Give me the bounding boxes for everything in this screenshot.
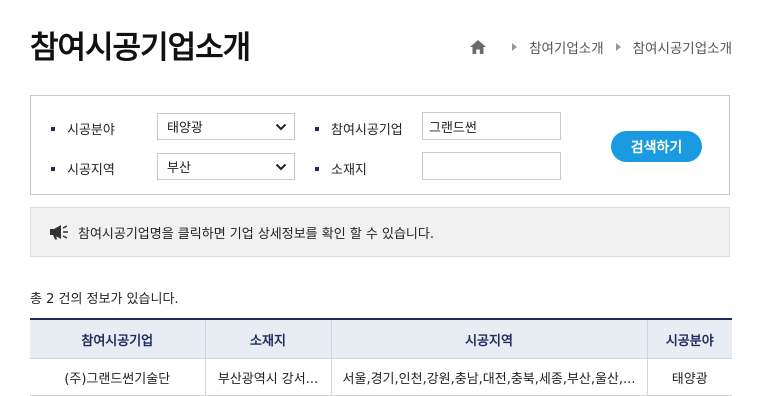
search-button[interactable]: 검색하기 <box>611 131 702 162</box>
company-label: 참여시공기업 <box>315 119 403 138</box>
column-header-region: 시공지역 <box>331 318 648 359</box>
column-header-company: 참여시공기업 <box>30 318 206 359</box>
chevron-right-icon <box>615 43 621 51</box>
notice-text: 참여시공기업명을 클릭하면 기업 상세정보를 확인 할 수 있습니다. <box>78 226 434 242</box>
cell-region: 서울,경기,인천,강원,충남,대전,충북,세종,부산,울산,... <box>331 358 648 396</box>
result-count: 총 2 건의 정보가 있습니다. <box>30 292 179 307</box>
table-row: (주)그랜드썬기술단 부산광역시 강서... 서울,경기,인천,강원,충남,대전… <box>30 358 732 396</box>
company-input[interactable]: 그랜드썬 <box>422 112 561 140</box>
table-header-row: 참여시공기업 소재지 시공지역 시공분야 <box>30 318 732 359</box>
column-header-field: 시공분야 <box>647 318 732 359</box>
column-header-location: 소재지 <box>205 318 332 359</box>
location-label: 소재지 <box>315 159 367 178</box>
region-label: 시공지역 <box>51 159 115 178</box>
bullet-icon <box>51 166 55 171</box>
megaphone-icon <box>50 225 68 240</box>
breadcrumb: 참여기업소개 참여시공기업소개 <box>469 37 732 57</box>
home-icon[interactable] <box>469 38 487 56</box>
page-title: 참여시공기업소개 <box>30 30 251 66</box>
location-input[interactable] <box>422 152 561 180</box>
bullet-icon <box>315 126 319 131</box>
breadcrumb-item-current: 참여시공기업소개 <box>632 41 732 57</box>
cell-field: 태양광 <box>647 358 732 396</box>
notice-banner: 참여시공기업명을 클릭하면 기업 상세정보를 확인 할 수 있습니다. <box>30 207 730 257</box>
region-select[interactable]: 부산 <box>157 153 295 180</box>
chevron-right-icon <box>512 43 518 51</box>
bullet-icon <box>315 166 319 171</box>
chevron-down-icon <box>275 163 287 171</box>
chevron-down-icon <box>275 123 287 131</box>
company-link[interactable]: (주)그랜드썬기술단 <box>64 372 170 387</box>
results-table: 참여시공기업 소재지 시공지역 시공분야 (주)그랜드썬기술단 부산광역시 강서… <box>30 318 732 396</box>
cell-location: 부산광역시 강서... <box>205 358 332 396</box>
bullet-icon <box>51 126 55 131</box>
breadcrumb-item-parent[interactable]: 참여기업소개 <box>529 37 604 57</box>
cell-company[interactable]: (주)그랜드썬기술단 <box>30 358 206 396</box>
field-type-select[interactable]: 태양광 <box>157 113 295 140</box>
search-form: 시공분야 태양광 참여시공기업 그랜드썬 시공지역 부산 소재지 검색하기 <box>30 95 730 195</box>
field-type-label: 시공분야 <box>51 119 115 138</box>
